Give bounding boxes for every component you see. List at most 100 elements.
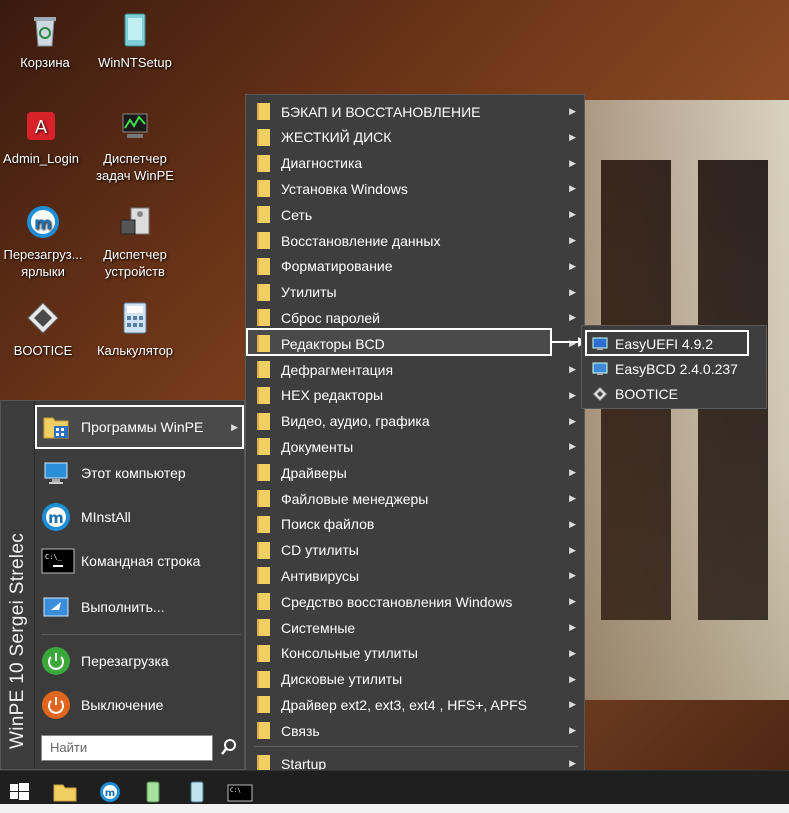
command-prompt-icon: C:\_ (41, 546, 75, 576)
desktop-icon-calculator[interactable]: Калькулятор (90, 300, 180, 359)
folder-icon (257, 309, 270, 327)
folder-icon (257, 696, 270, 714)
taskbar-app-icon[interactable] (138, 777, 168, 807)
submenu-item[interactable]: Редакторы BCD ▶ (248, 331, 584, 356)
submenu-item-label: Установка Windows (281, 180, 408, 197)
cmd-item[interactable]: C:\_ Командная строка (37, 541, 244, 581)
submenu-item[interactable]: Восстановление данных ▶ (248, 228, 584, 253)
easybcd-item[interactable]: EasyBCD 2.4.0.237 (584, 356, 766, 381)
svg-text:m: m (34, 214, 52, 234)
desktop-icon-task-manager[interactable]: Диспетчер задач WinPE (90, 108, 180, 184)
submenu-item[interactable]: Дефрагментация ▶ (248, 357, 584, 382)
device-manager-icon (117, 204, 153, 240)
run-item[interactable]: Выполнить... (37, 587, 244, 627)
submenu-item[interactable]: Сброс паролей ▶ (248, 305, 584, 330)
shutdown-power-icon (41, 690, 75, 720)
submenu-item[interactable]: Связь ▶ (248, 718, 584, 743)
search-input[interactable]: Найти (41, 735, 213, 761)
chevron-right-icon: ▶ (569, 157, 576, 168)
start-button[interactable] (4, 777, 34, 807)
chevron-right-icon: ▶ (569, 364, 576, 374)
admin-login-icon: A (23, 108, 59, 144)
desktop-icon-device-manager[interactable]: Диспетчер устройств (90, 204, 180, 280)
submenu-item-label: Сброс паролей (281, 309, 380, 326)
programs-winpe-item[interactable]: Программы WinPE ▶ (37, 407, 244, 447)
easyuefi-item[interactable]: EasyUEFI 4.9.2 (584, 331, 766, 356)
submenu-item[interactable]: Утилиты ▶ (248, 280, 584, 305)
folder-icon (257, 128, 270, 146)
taskbar-app-icon[interactable] (182, 777, 212, 807)
bootice-icon (25, 300, 61, 336)
desktop-icon-label: Корзина (20, 55, 70, 70)
minstall-item[interactable]: m MInstAll (37, 497, 244, 537)
minstall-icon: m (41, 502, 75, 532)
restart-item[interactable]: Перезагрузка (37, 641, 244, 681)
restart-label: Перезагрузка (81, 653, 169, 669)
chevron-right-icon: ▶ (569, 544, 576, 555)
submenu-item[interactable]: Диагностика ▶ (248, 151, 584, 176)
submenu-item[interactable]: Драйвер ext2, ext3, ext4 , HFS+, APFS ▶ (248, 692, 584, 717)
submenu-item[interactable]: Антивирусы ▶ (248, 563, 584, 588)
submenu-item-label: Документы (281, 438, 354, 455)
cmd-label: Командная строка (81, 553, 201, 569)
folder-icon (257, 490, 270, 507)
taskbar-cmd-icon[interactable]: C:\ (225, 777, 255, 807)
minstall-icon: m (25, 204, 61, 240)
bottom-strip (0, 804, 789, 813)
folder-icon (257, 644, 270, 662)
bcd-editors-submenu: EasyUEFI 4.9.2 EasyBCD 2.4.0.237 BOOTICE (581, 325, 767, 409)
submenu-item-label: Дисковые утилиты (281, 671, 403, 688)
chevron-right-icon: ▶ (569, 389, 576, 400)
submenu-item[interactable]: Видео, аудио, графика ▶ (248, 409, 584, 434)
shutdown-label: Выключение (81, 697, 164, 713)
folder-icon (257, 206, 270, 224)
folder-icon (257, 670, 270, 688)
submenu-item[interactable]: Поиск файлов ▶ (248, 512, 584, 537)
submenu-item[interactable]: Файловые менеджеры ▶ (248, 486, 584, 511)
submenu-separator (254, 746, 578, 747)
desktop-icon-admin-login[interactable]: A Admin_Login (0, 108, 86, 167)
desktop-icon-recycle-bin[interactable]: Корзина (0, 12, 90, 71)
desktop-icon-label: WinNTSetup (98, 55, 172, 70)
submenu-item[interactable]: Системные ▶ (248, 615, 584, 640)
this-pc-item[interactable]: Этот компьютер (37, 453, 244, 493)
desktop-icon-reload-shortcuts[interactable]: m Перезагруз... ярлыки (0, 204, 88, 280)
search-icon[interactable] (219, 737, 239, 757)
submenu-item[interactable]: Дисковые утилиты ▶ (248, 667, 584, 692)
submenu-item[interactable]: HEX редакторы ▶ (248, 383, 584, 408)
shutdown-item[interactable]: Выключение (37, 685, 244, 725)
submenu-item[interactable]: Драйверы ▶ (248, 460, 584, 485)
desktop-icon-bootice[interactable]: BOOTICE (0, 300, 88, 359)
submenu-item[interactable]: Документы ▶ (248, 434, 584, 459)
bootice-label: BOOTICE (615, 385, 679, 402)
submenu-item-label: Драйверы (281, 464, 347, 481)
chevron-right-icon: ▶ (569, 570, 576, 581)
easybcd-label: EasyBCD 2.4.0.237 (615, 360, 738, 377)
chevron-right-icon: ▶ (569, 647, 576, 658)
submenu-item[interactable]: Установка Windows ▶ (248, 176, 584, 201)
start-menu-brand-strip: WinPE 10 Sergei Strelec (1, 401, 35, 769)
folder-icon (257, 567, 270, 585)
submenu-item[interactable]: Консольные утилиты ▶ (248, 641, 584, 666)
folder-icon (257, 541, 270, 559)
desktop-icon-winntsetup[interactable]: WinNTSetup (90, 12, 180, 71)
submenu-item[interactable]: Средство восстановления Windows ▶ (248, 589, 584, 614)
submenu-item[interactable]: CD утилиты ▶ (248, 538, 584, 563)
easyuefi-icon (592, 337, 608, 351)
chevron-right-icon: ▶ (569, 415, 576, 426)
taskbar-explorer-icon[interactable] (50, 777, 80, 807)
chevron-right-icon: ▶ (569, 699, 576, 710)
submenu-item-label: Утилиты (281, 284, 337, 301)
bootice-item[interactable]: BOOTICE (584, 381, 766, 406)
submenu-item[interactable]: Форматирование ▶ (248, 254, 584, 279)
bootice-icon (592, 385, 608, 402)
taskbar-minstall-icon[interactable]: m (95, 777, 125, 807)
submenu-item[interactable]: БЭКАП И ВОССТАНОВЛЕНИЕ ▶ (248, 99, 584, 124)
chevron-right-icon: ▶ (569, 493, 576, 503)
chevron-right-icon: ▶ (569, 235, 576, 245)
submenu-item-label: Форматирование (281, 258, 393, 275)
submenu-item[interactable]: Сеть ▶ (248, 202, 584, 227)
submenu-item[interactable]: ЖЕСТКИЙ ДИСК ▶ (248, 125, 584, 150)
start-menu-separator (41, 634, 241, 635)
svg-text:A: A (35, 117, 48, 138)
